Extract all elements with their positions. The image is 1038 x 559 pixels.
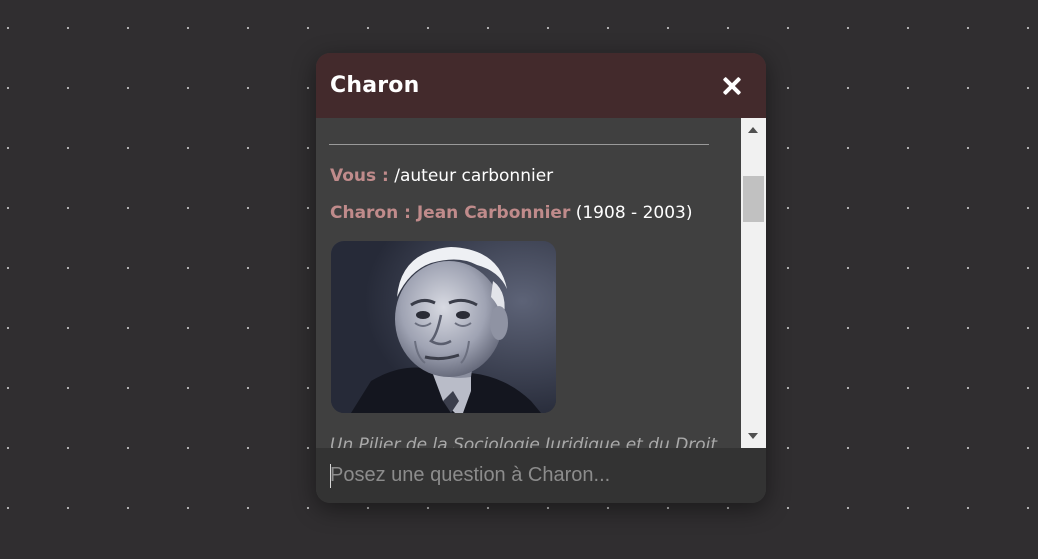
bot-message-text: (1908 - 2003) [575,203,693,223]
text-cursor [330,464,331,488]
chat-header: Charon [316,53,766,118]
scroll-up-arrow-icon[interactable] [748,127,758,133]
scrollbar-thumb[interactable] [743,176,764,222]
bot-message: Charon : Jean Carbonnier (1908 - 2003) [330,203,692,223]
messages-area[interactable]: Vous : /auteur carbonnier Charon : Jean … [316,118,766,448]
messages-scrollbar[interactable] [741,118,766,448]
portrait-caption: Un Pilier de la Sociologie Juridique et … [330,435,718,448]
author-portrait-photo [331,241,556,413]
chat-question-input[interactable] [330,464,766,487]
messages-content: Vous : /auteur carbonnier Charon : Jean … [316,118,741,448]
scroll-down-arrow-icon[interactable] [748,433,758,439]
message-divider [329,144,709,145]
portrait-icon [331,241,556,413]
chat-window: Charon Vous : /auteur carbonnier Charon … [316,53,766,503]
user-message: Vous : /auteur carbonnier [330,166,553,186]
user-speaker-label: Vous : [330,166,389,186]
chat-input-bar [316,448,766,503]
user-message-text: /auteur carbonnier [394,166,554,186]
chat-title: Charon [330,73,420,98]
close-icon[interactable] [720,74,744,98]
bot-speaker-label: Charon : Jean Carbonnier [330,203,571,223]
